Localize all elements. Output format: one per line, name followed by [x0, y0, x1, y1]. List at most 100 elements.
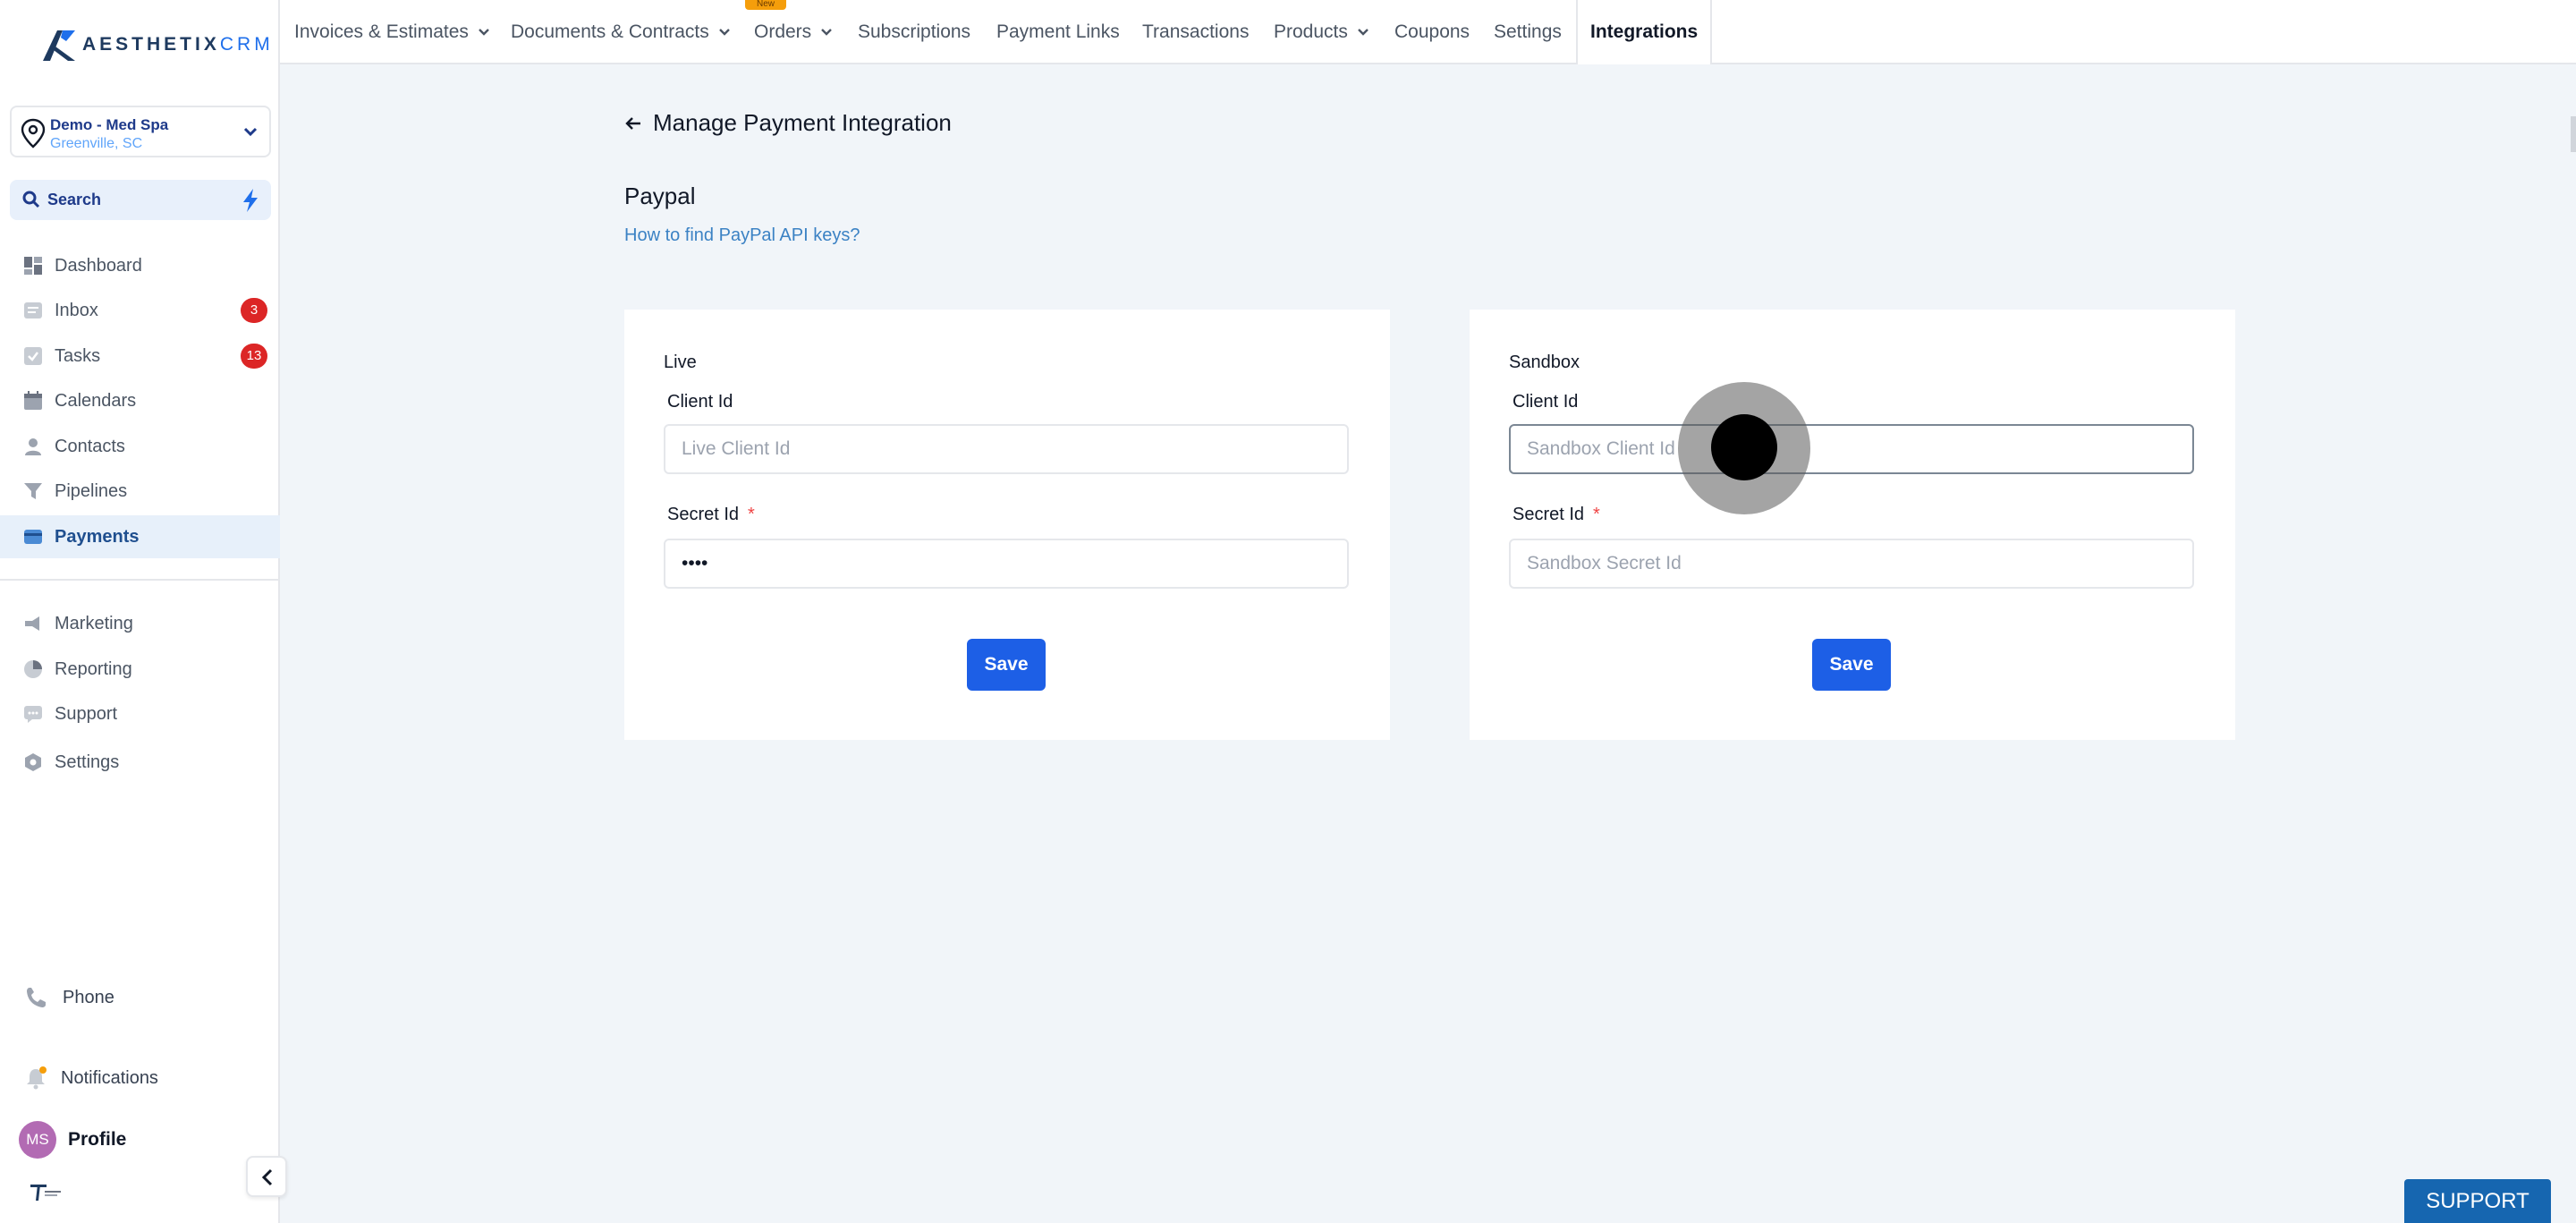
tab-label: Documents & Contracts [511, 21, 709, 42]
scrollbar-thumb[interactable] [2571, 116, 2576, 152]
live-client-id-label: Client Id [667, 392, 733, 412]
chevron-down-icon [1358, 29, 1368, 36]
tab-transactions[interactable]: Transactions [1142, 0, 1249, 64]
sidebar-item-label: Contacts [55, 436, 125, 456]
tab-label: Transactions [1142, 21, 1250, 42]
collapse-sidebar-button[interactable] [246, 1156, 287, 1197]
sandbox-client-id-input[interactable] [1509, 424, 2194, 474]
sidebar-item-support[interactable]: Support [0, 692, 280, 735]
location-city: Greenville, SC [50, 136, 143, 151]
live-client-id-input[interactable] [664, 424, 1349, 474]
top-navigation: Invoices & Estimates Documents & Contrac… [280, 0, 2576, 64]
sidebar-item-settings[interactable]: Settings [0, 741, 280, 784]
brand-name: AESTHETIXCRM [82, 34, 274, 55]
sidebar-item-reporting[interactable]: Reporting [0, 648, 280, 691]
sidebar-item-pipelines[interactable]: Pipelines [0, 470, 280, 513]
sidebar-item-label: Inbox [55, 300, 98, 320]
tab-settings[interactable]: Settings [1494, 0, 1562, 64]
phone-label: Phone [63, 988, 114, 1007]
chevron-down-icon [243, 127, 258, 137]
sidebar-item-payments[interactable]: Payments [0, 515, 280, 558]
chevron-down-icon [821, 29, 833, 36]
live-secret-id-label: Secret Id * [667, 505, 755, 524]
company-logo-icon [30, 1185, 61, 1201]
tab-payment-links[interactable]: Payment Links [996, 0, 1120, 64]
tab-invoices-estimates[interactable]: Invoices & Estimates [294, 0, 490, 64]
marketing-icon [25, 616, 39, 631]
sidebar-item-inbox[interactable]: Inbox 3 [0, 289, 280, 332]
profile-label[interactable]: Profile [68, 1129, 126, 1151]
support-widget-button[interactable]: SUPPORT [2404, 1179, 2551, 1223]
sidebar-search[interactable]: Search [10, 180, 271, 220]
inbox-icon [24, 302, 42, 318]
phone-button[interactable]: Phone [0, 975, 280, 1018]
tab-integrations[interactable]: Integrations [1576, 0, 1713, 64]
page-title: Manage Payment Integration [653, 109, 952, 136]
paypal-help-link[interactable]: How to find PayPal API keys? [624, 225, 860, 246]
sidebar-item-contacts[interactable]: Contacts [0, 425, 280, 468]
search-label: Search [47, 191, 102, 208]
required-asterisk: * [748, 505, 755, 524]
tasks-count-badge: 13 [241, 344, 267, 369]
sidebar-divider [0, 579, 280, 581]
live-save-button[interactable]: Save [967, 639, 1046, 691]
arrow-left-icon[interactable] [624, 115, 642, 132]
sandbox-secret-id-label: Secret Id * [1513, 505, 1600, 524]
back-header[interactable]: Manage Payment Integration [624, 109, 952, 137]
sidebar-item-tasks[interactable]: Tasks 13 [0, 335, 280, 378]
search-icon [22, 191, 40, 208]
tab-label: Integrations [1590, 21, 1699, 42]
tab-label: Payment Links [996, 21, 1120, 42]
quick-actions-bolt-icon[interactable] [241, 188, 260, 213]
sidebar-item-label: Settings [55, 752, 120, 772]
sidebar-item-label: Marketing [55, 613, 133, 633]
sidebar-item-marketing[interactable]: Marketing [0, 602, 280, 645]
sandbox-card-title: Sandbox [1509, 352, 1580, 372]
tasks-icon [24, 347, 42, 365]
tab-label: Subscriptions [858, 21, 971, 42]
tab-documents-contracts[interactable]: Documents & Contracts [511, 0, 731, 64]
location-switcher[interactable]: Demo - Med Spa Greenville, SC [10, 106, 271, 157]
click-indicator-dot [1711, 414, 1777, 480]
payments-icon [24, 530, 42, 544]
sidebar-item-calendars[interactable]: Calendars [0, 379, 280, 422]
sidebar-item-label: Reporting [55, 658, 132, 679]
tab-label: Orders [754, 21, 812, 42]
sidebar-item-dashboard[interactable]: Dashboard [0, 244, 280, 287]
sandbox-secret-id-input[interactable] [1509, 539, 2194, 589]
bell-icon [27, 1066, 47, 1090]
brand-logo[interactable]: AESTHETIXCRM [39, 25, 274, 64]
avatar[interactable]: MS [19, 1121, 56, 1159]
tab-label: Settings [1494, 21, 1562, 42]
dashboard-icon [24, 257, 42, 275]
notifications-label: Notifications [61, 1068, 158, 1088]
sandbox-credentials-card: Sandbox Client Id Secret Id* Save [1470, 310, 2235, 740]
sidebar-item-label: Payments [55, 526, 140, 547]
tab-products[interactable]: Products [1274, 0, 1369, 64]
sandbox-client-id-label: Client Id [1513, 392, 1579, 412]
tab-subscriptions[interactable]: Subscriptions [858, 0, 970, 64]
live-credentials-card: Live Client Id Secret Id* Save [624, 310, 1390, 740]
reporting-icon [24, 660, 42, 678]
tab-orders[interactable]: Orders [754, 0, 833, 64]
required-asterisk: * [1593, 505, 1600, 524]
aesthetix-logo-icon [43, 30, 75, 61]
phone-icon [27, 988, 46, 1007]
tab-label: Coupons [1394, 21, 1470, 42]
sidebar-item-label: Tasks [55, 345, 101, 366]
notifications-button[interactable]: Notifications [0, 1056, 280, 1099]
inbox-count-badge: 3 [241, 298, 267, 323]
sandbox-save-button[interactable]: Save [1812, 639, 1891, 691]
tab-coupons[interactable]: Coupons [1394, 0, 1470, 64]
section-title: Paypal [624, 183, 696, 209]
chevron-down-icon [479, 29, 489, 36]
live-secret-id-input[interactable] [664, 539, 1349, 589]
location-name: Demo - Med Spa [50, 116, 169, 133]
tab-label: Invoices & Estimates [294, 21, 469, 42]
contacts-icon [25, 438, 41, 455]
support-icon [24, 706, 42, 723]
live-card-title: Live [664, 352, 697, 372]
sidebar-item-label: Pipelines [55, 480, 128, 501]
sidebar-item-label: Dashboard [55, 255, 142, 276]
sidebar-item-label: Support [55, 703, 118, 724]
